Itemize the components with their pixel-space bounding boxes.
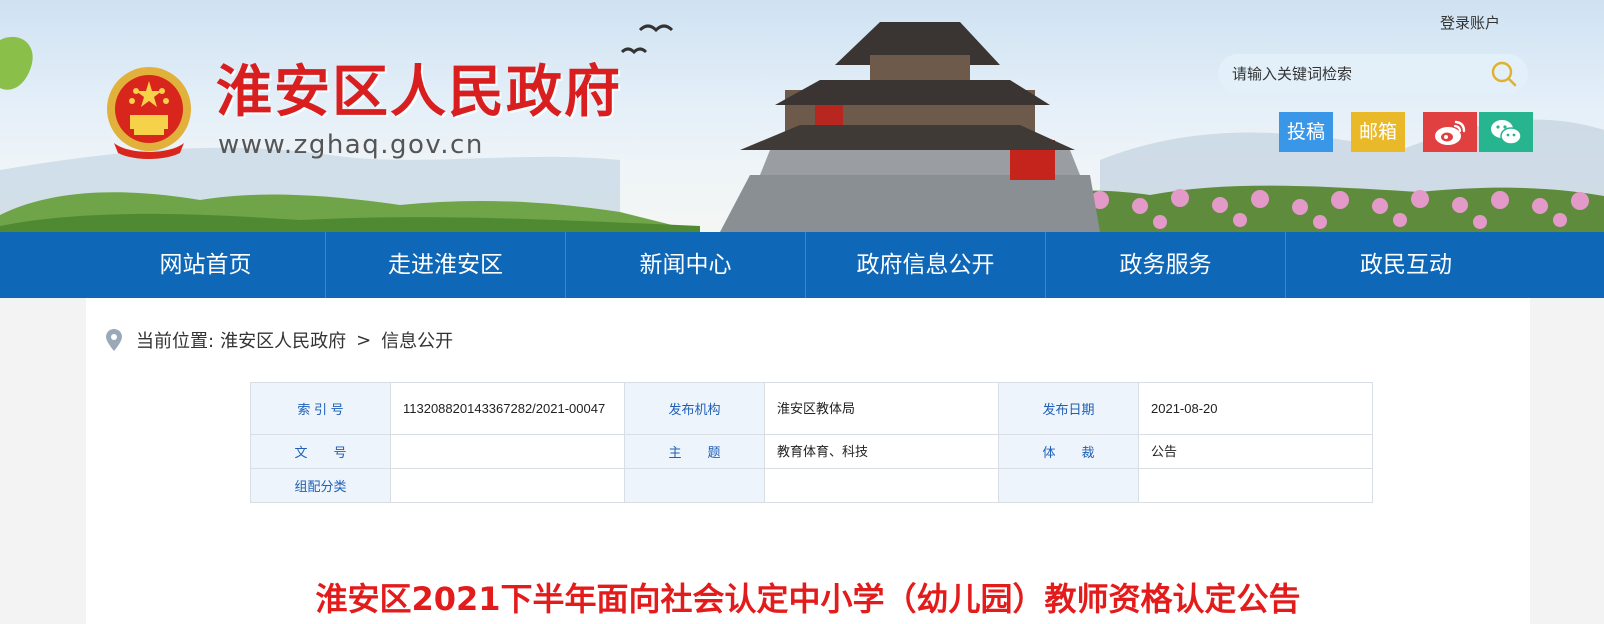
- breadcrumb-prefix: 当前位置:: [136, 331, 215, 352]
- article-title: 淮安区2021下半年面向社会认定中小学（幼儿园）教师资格认定公告: [315, 580, 1301, 618]
- org-label: 发布机构: [624, 382, 765, 435]
- mailbox-button[interactable]: 邮箱: [1351, 112, 1405, 152]
- index-value: 113208820143367282/2021-00047: [390, 382, 625, 435]
- nav-item-services[interactable]: 政务服务: [1046, 232, 1286, 298]
- date-value: 2021-08-20: [1138, 382, 1373, 435]
- national-emblem-icon: [107, 67, 191, 159]
- empty-value: [1138, 468, 1373, 503]
- empty-label: [998, 468, 1139, 503]
- breadcrumb: 当前位置: 淮安区人民政府 > 信息公开: [106, 328, 453, 352]
- category-value: [390, 468, 625, 503]
- breadcrumb-item-info[interactable]: 信息公开: [381, 327, 453, 353]
- breadcrumb-item-home[interactable]: 淮安区人民政府: [220, 327, 346, 353]
- date-label: 发布日期: [998, 382, 1139, 435]
- search-input[interactable]: [1232, 62, 1472, 86]
- wechat-button[interactable]: [1479, 112, 1533, 152]
- document-info-table: 索 引 号 113208820143367282/2021-00047 发布机构…: [250, 382, 1373, 503]
- site-title[interactable]: 淮安区人民政府: [216, 64, 622, 120]
- weibo-button[interactable]: [1423, 112, 1477, 152]
- topic-value: 教育体育、科技: [764, 434, 999, 469]
- nav-item-interaction[interactable]: 政民互动: [1286, 232, 1526, 298]
- docno-value: [390, 434, 625, 469]
- nav-item-home[interactable]: 网站首页: [86, 232, 326, 298]
- login-link[interactable]: 登录账户: [1440, 12, 1500, 33]
- category-label: 组配分类: [250, 468, 391, 503]
- docno-label: 文 号: [250, 434, 391, 469]
- empty-label: [624, 468, 765, 503]
- main-nav: 网站首页 走进淮安区 新闻中心 政府信息公开 政务服务 政民互动: [0, 232, 1604, 298]
- nav-item-gov-info[interactable]: 政府信息公开: [806, 232, 1046, 298]
- site-url: www.zghaq.gov.cn: [218, 130, 484, 160]
- search-box: [1218, 54, 1528, 94]
- breadcrumb-separator: >: [356, 329, 372, 351]
- location-pin-icon: [106, 329, 122, 351]
- wechat-icon: [1491, 120, 1522, 145]
- weibo-icon: [1435, 120, 1466, 145]
- org-value: 淮安区教体局: [764, 382, 999, 435]
- index-label: 索 引 号: [250, 382, 391, 435]
- main-content: 当前位置: 淮安区人民政府 > 信息公开 索 引 号 1132088201433…: [86, 298, 1530, 624]
- nav-item-about[interactable]: 走进淮安区: [326, 232, 566, 298]
- genre-value: 公告: [1138, 434, 1373, 469]
- search-icon[interactable]: [1490, 60, 1518, 88]
- tougao-button[interactable]: 投稿: [1279, 112, 1333, 152]
- header-banner: 淮安区人民政府 www.zghaq.gov.cn 登录账户 投稿 邮箱: [0, 0, 1604, 232]
- genre-label: 体 裁: [998, 434, 1139, 469]
- empty-value: [764, 468, 999, 503]
- topic-label: 主 题: [624, 434, 765, 469]
- nav-item-news[interactable]: 新闻中心: [566, 232, 806, 298]
